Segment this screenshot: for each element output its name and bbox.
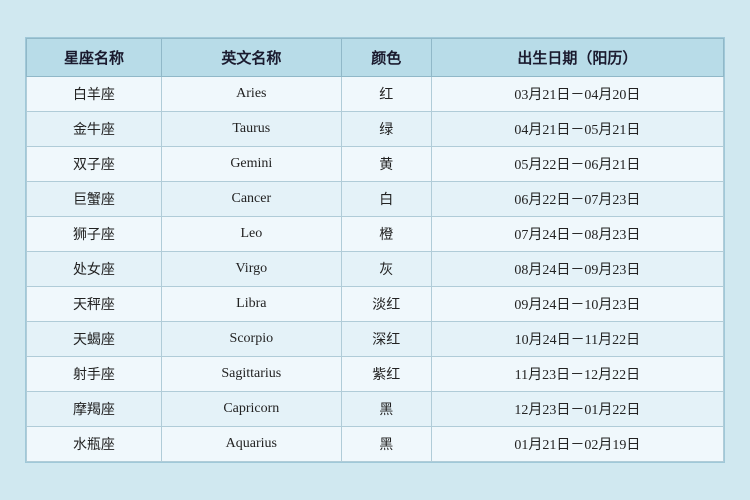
cell-date: 03月21日－04月20日 bbox=[431, 77, 723, 112]
header-date: 出生日期（阳历） bbox=[431, 39, 723, 77]
cell-date: 11月23日－12月22日 bbox=[431, 357, 723, 392]
cell-chinese: 射手座 bbox=[27, 357, 162, 392]
cell-color: 灰 bbox=[341, 252, 431, 287]
cell-chinese: 金牛座 bbox=[27, 112, 162, 147]
cell-english: Virgo bbox=[161, 252, 341, 287]
table-header-row: 星座名称 英文名称 颜色 出生日期（阳历） bbox=[27, 39, 724, 77]
cell-english: Aquarius bbox=[161, 427, 341, 462]
cell-english: Libra bbox=[161, 287, 341, 322]
cell-date: 09月24日－10月23日 bbox=[431, 287, 723, 322]
cell-date: 12月23日－01月22日 bbox=[431, 392, 723, 427]
table-row: 天秤座Libra淡红09月24日－10月23日 bbox=[27, 287, 724, 322]
cell-chinese: 处女座 bbox=[27, 252, 162, 287]
table-row: 狮子座Leo橙07月24日－08月23日 bbox=[27, 217, 724, 252]
cell-color: 黄 bbox=[341, 147, 431, 182]
header-color: 颜色 bbox=[341, 39, 431, 77]
cell-english: Scorpio bbox=[161, 322, 341, 357]
cell-english: Capricorn bbox=[161, 392, 341, 427]
cell-color: 绿 bbox=[341, 112, 431, 147]
table-body: 白羊座Aries红03月21日－04月20日金牛座Taurus绿04月21日－0… bbox=[27, 77, 724, 462]
table-row: 巨蟹座Cancer白06月22日－07月23日 bbox=[27, 182, 724, 217]
cell-color: 深红 bbox=[341, 322, 431, 357]
header-chinese: 星座名称 bbox=[27, 39, 162, 77]
zodiac-table-container: 星座名称 英文名称 颜色 出生日期（阳历） 白羊座Aries红03月21日－04… bbox=[25, 37, 725, 463]
cell-english: Leo bbox=[161, 217, 341, 252]
cell-chinese: 狮子座 bbox=[27, 217, 162, 252]
cell-color: 黑 bbox=[341, 392, 431, 427]
cell-date: 06月22日－07月23日 bbox=[431, 182, 723, 217]
zodiac-table: 星座名称 英文名称 颜色 出生日期（阳历） 白羊座Aries红03月21日－04… bbox=[26, 38, 724, 462]
table-row: 白羊座Aries红03月21日－04月20日 bbox=[27, 77, 724, 112]
cell-color: 黑 bbox=[341, 427, 431, 462]
header-english: 英文名称 bbox=[161, 39, 341, 77]
cell-chinese: 白羊座 bbox=[27, 77, 162, 112]
cell-date: 01月21日－02月19日 bbox=[431, 427, 723, 462]
cell-date: 05月22日－06月21日 bbox=[431, 147, 723, 182]
table-row: 双子座Gemini黄05月22日－06月21日 bbox=[27, 147, 724, 182]
cell-english: Cancer bbox=[161, 182, 341, 217]
table-row: 天蝎座Scorpio深红10月24日－11月22日 bbox=[27, 322, 724, 357]
cell-english: Aries bbox=[161, 77, 341, 112]
cell-color: 紫红 bbox=[341, 357, 431, 392]
cell-color: 橙 bbox=[341, 217, 431, 252]
cell-chinese: 双子座 bbox=[27, 147, 162, 182]
cell-date: 10月24日－11月22日 bbox=[431, 322, 723, 357]
cell-color: 红 bbox=[341, 77, 431, 112]
cell-english: Gemini bbox=[161, 147, 341, 182]
cell-chinese: 巨蟹座 bbox=[27, 182, 162, 217]
table-row: 水瓶座Aquarius黑01月21日－02月19日 bbox=[27, 427, 724, 462]
table-row: 摩羯座Capricorn黑12月23日－01月22日 bbox=[27, 392, 724, 427]
cell-english: Taurus bbox=[161, 112, 341, 147]
cell-chinese: 天蝎座 bbox=[27, 322, 162, 357]
cell-color: 白 bbox=[341, 182, 431, 217]
cell-english: Sagittarius bbox=[161, 357, 341, 392]
table-row: 射手座Sagittarius紫红11月23日－12月22日 bbox=[27, 357, 724, 392]
cell-chinese: 天秤座 bbox=[27, 287, 162, 322]
cell-color: 淡红 bbox=[341, 287, 431, 322]
table-row: 金牛座Taurus绿04月21日－05月21日 bbox=[27, 112, 724, 147]
cell-date: 07月24日－08月23日 bbox=[431, 217, 723, 252]
cell-chinese: 摩羯座 bbox=[27, 392, 162, 427]
cell-date: 04月21日－05月21日 bbox=[431, 112, 723, 147]
cell-chinese: 水瓶座 bbox=[27, 427, 162, 462]
cell-date: 08月24日－09月23日 bbox=[431, 252, 723, 287]
table-row: 处女座Virgo灰08月24日－09月23日 bbox=[27, 252, 724, 287]
